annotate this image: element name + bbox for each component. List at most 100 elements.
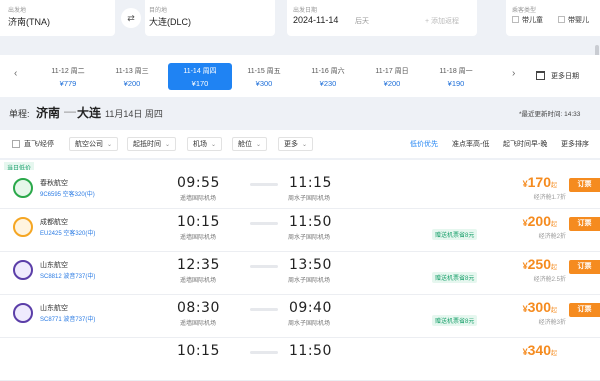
trip-date: 11月14日 周四 <box>105 109 163 119</box>
trip-to: 大连 <box>77 106 102 120</box>
date-item[interactable]: 11-15 周五 ¥300 <box>232 63 296 90</box>
swap-icon[interactable]: ⇄ <box>121 8 141 28</box>
date-item[interactable]: 11-14 周四 ¥170 <box>168 63 232 90</box>
sort-punctual[interactable]: 准点率高-低 <box>452 139 489 149</box>
date-item-day: 周四 <box>202 68 217 75</box>
price-suffix: 起 <box>550 183 557 189</box>
airline-logo-icon <box>13 303 33 323</box>
add-return-link[interactable]: + 添加返程 <box>425 16 459 26</box>
passenger-field: 乘客类型 带儿童 带婴儿 <box>506 0 600 36</box>
date-item-day: 周二 <box>70 68 85 75</box>
date-item-price: ¥170 <box>191 79 209 88</box>
date-item-price: ¥200 <box>383 79 401 88</box>
arrive-time: 11:50 <box>289 214 332 230</box>
infant-label: 带婴儿 <box>568 17 589 24</box>
date-item[interactable]: 11-18 周一 ¥190 <box>424 63 488 90</box>
flight-row[interactable]: 山东航空 SC8771 波音737(中) 08:30 遥墙国际机场 09:40 周水子国际… <box>0 295 600 338</box>
date-item[interactable]: 11-16 周六 ¥230 <box>296 63 360 90</box>
economy-discount: 经济舱1.7折 <box>533 195 566 201</box>
price-value: 250 <box>527 256 551 272</box>
flight-row[interactable]: 成都航空 EU2425 空客320(中) 10:15 遥墙国际机场 11:50 周水子国际… <box>0 209 600 252</box>
arrive-airport: 周水子国际机场 <box>288 278 331 284</box>
flight-price: ¥340起 <box>523 342 557 358</box>
price-suffix: 起 <box>550 308 557 314</box>
date-value: 2024-11-14 <box>293 15 339 25</box>
date-item[interactable]: 11-13 周三 ¥200 <box>100 63 164 90</box>
date-item-price: ¥300 <box>255 79 273 88</box>
date-field[interactable]: 出发日期 2024-11-14 后天 + 添加返程 <box>287 0 477 36</box>
search-bar: 出发地 济南(TNA) ⇄ 目的地 大连(DLC) 出发日期 2024-11-1… <box>0 0 600 40</box>
book-button[interactable]: 订票 <box>569 178 600 192</box>
airport-filter[interactable]: 机场 ⌄ <box>187 137 223 151</box>
flight-row[interactable]: 山东航空 SC8812 波音737(中) 12:35 遥墙国际机场 13:50 周水子国际… <box>0 252 600 295</box>
depart-time: 12:35 <box>177 257 220 273</box>
child-checkbox[interactable] <box>512 16 519 23</box>
more-dates-link[interactable]: 更多日期 <box>551 71 579 81</box>
route-arrow <box>250 351 278 354</box>
arrive-time: 11:50 <box>289 343 332 359</box>
depart-field[interactable]: 出发地 济南(TNA) <box>0 0 115 36</box>
trip-from: 济南 <box>36 106 61 120</box>
flight-row[interactable]: 春秋航空 9C6595 空客320(中) 09:55 遥墙国际机场 11:15 周水子国际… <box>0 170 600 209</box>
book-button[interactable]: 订票 <box>569 217 600 231</box>
promo-tag: 赠送机票省8元 <box>432 272 478 283</box>
sort-more[interactable]: 更多排序 <box>561 139 589 149</box>
direct-label[interactable]: 直飞/经停 <box>24 139 54 149</box>
promo-tag: 赠送机票省8元 <box>432 229 478 240</box>
airline-logo-icon <box>13 217 33 237</box>
direct-checkbox[interactable] <box>12 140 20 148</box>
price-suffix: 起 <box>550 222 557 228</box>
promo-tag: 赠送机票省8元 <box>432 315 478 326</box>
chevron-down-icon: ⌄ <box>211 142 217 148</box>
arrive-time: 09:40 <box>289 300 332 316</box>
infant-checkbox[interactable] <box>558 16 565 23</box>
economy-discount: 经济舱2折 <box>538 234 566 240</box>
date-item-day: 周五 <box>266 68 281 75</box>
chevron-down-icon: ⌄ <box>256 142 262 148</box>
flight-number[interactable]: SC8771 波音737(中) <box>40 314 95 323</box>
airline-name: 成都航空 <box>40 219 68 226</box>
sort-takeoff[interactable]: 起飞时间早-晚 <box>503 139 547 149</box>
sort-low-price[interactable]: 低价优先 <box>410 139 438 149</box>
depart-airport: 遥墙国际机场 <box>180 235 217 241</box>
calendar-icon[interactable] <box>536 71 545 80</box>
airline-logo-icon <box>13 178 33 198</box>
date-item-date: 11-12 <box>51 68 69 75</box>
date-item-date: 11-16 <box>311 68 329 75</box>
book-button[interactable]: 订票 <box>569 260 600 274</box>
cabin-filter[interactable]: 舱位 ⌄ <box>232 137 268 151</box>
flight-number[interactable]: EU2425 空客320(中) <box>40 228 95 237</box>
depart-time: 09:55 <box>177 175 220 191</box>
flight-row[interactable]: 10:15 11:50 ¥340起 <box>0 338 600 381</box>
price-value: 300 <box>527 299 551 315</box>
more-filter[interactable]: 更多 ⌄ <box>278 137 314 151</box>
trip-type: 单程: <box>9 109 30 119</box>
price-suffix: 起 <box>550 265 557 271</box>
airline-filter-label: 航空公司 <box>75 141 103 148</box>
date-item-date: 11-18 <box>439 68 457 75</box>
arrive-field[interactable]: 目的地 大连(DLC) <box>145 0 275 36</box>
cabin-filter-label: 舱位 <box>238 141 252 148</box>
time-filter-label: 起抵时间 <box>133 141 161 148</box>
flight-number[interactable]: 9C6595 空客320(中) <box>40 189 95 198</box>
arrive-airport: 周水子国际机场 <box>288 321 331 327</box>
price-value: 170 <box>527 174 551 190</box>
airline-logo-icon <box>13 260 33 280</box>
arrive-value: 大连(DLC) <box>149 17 191 27</box>
passenger-label: 乘客类型 <box>512 8 537 14</box>
depart-time: 08:30 <box>177 300 220 316</box>
prev-date-icon[interactable]: ‹ <box>14 68 17 79</box>
airline-filter[interactable]: 航空公司 ⌄ <box>69 137 119 151</box>
time-filter[interactable]: 起抵时间 ⌄ <box>127 137 177 151</box>
next-date-icon[interactable]: › <box>512 68 515 79</box>
book-button[interactable]: 订票 <box>569 303 600 317</box>
date-item-price: ¥779 <box>59 79 77 88</box>
route-dash: — <box>64 104 76 118</box>
arrive-airport: 周水子国际机场 <box>288 235 331 241</box>
date-item-price: ¥200 <box>123 79 141 88</box>
chevron-down-icon: ⌄ <box>165 142 171 148</box>
date-item[interactable]: 11-17 周日 ¥200 <box>360 63 424 90</box>
flight-number[interactable]: SC8812 波音737(中) <box>40 271 95 280</box>
depart-airport: 遥墙国际机场 <box>180 278 217 284</box>
date-item[interactable]: 11-12 周二 ¥779 <box>36 63 100 90</box>
